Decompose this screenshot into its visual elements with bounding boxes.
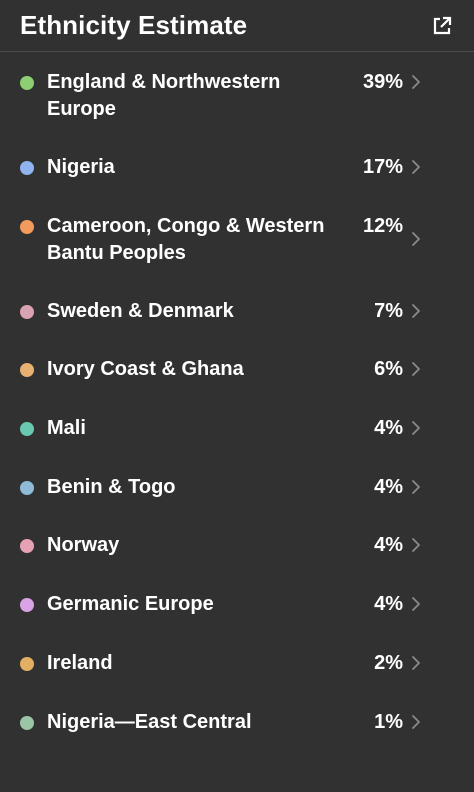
region-row[interactable]: Sweden & Denmark 7%	[0, 285, 474, 344]
region-percent: 4%	[374, 593, 403, 616]
region-row[interactable]: Ivory Coast & Ghana 6%	[0, 343, 474, 402]
region-row[interactable]: Ireland 2%	[0, 637, 474, 696]
region-row[interactable]: Germanic Europe 4%	[0, 578, 474, 637]
region-list: England & Northwestern Europe 39% Nigeria 1…	[0, 52, 474, 754]
region-color-dot	[20, 363, 34, 378]
region-name: Norway	[47, 534, 120, 557]
chevron-right-icon	[412, 362, 420, 377]
region-row[interactable]: England & Northwestern Europe 39%	[0, 56, 474, 141]
region-percent: 2%	[374, 651, 403, 674]
chevron-right-icon	[412, 421, 420, 435]
chevron-right-icon	[412, 597, 420, 612]
region-name: Sweden & Denmark	[47, 299, 234, 322]
region-percent: 12%	[362, 214, 403, 237]
chevron-right-icon	[412, 160, 420, 174]
region-name: Ireland	[47, 651, 113, 674]
region-row[interactable]: Nigeria—East Central 1%	[0, 696, 474, 755]
chevron-right-icon	[412, 714, 420, 729]
region-color-dot	[20, 161, 34, 175]
chevron-right-icon	[412, 538, 420, 553]
panel-title: Ethnicity Estimate	[20, 10, 248, 40]
region-color-dot	[20, 76, 34, 90]
external-link-icon	[433, 16, 452, 34]
region-percent: 17%	[362, 156, 403, 178]
region-name: England & Northwestern Europe	[47, 71, 281, 120]
chevron-right-icon	[412, 303, 420, 318]
region-row[interactable]: Benin & Togo 4%	[0, 461, 474, 520]
region-percent: 4%	[374, 417, 403, 440]
chevron-right-icon	[412, 231, 420, 246]
region-color-dot	[20, 656, 34, 671]
region-percent: 6%	[374, 358, 403, 381]
region-name: Germanic Europe	[47, 593, 214, 616]
chevron-right-icon	[412, 655, 420, 670]
region-name: Cameroon, Congo & Western Bantu Peoples	[47, 214, 325, 264]
external-link-button[interactable]	[430, 14, 454, 38]
region-percent: 4%	[374, 534, 403, 557]
panel-header: Ethnicity Estimate	[0, 0, 474, 52]
region-color-dot	[20, 422, 34, 437]
region-row[interactable]: Mali 4%	[0, 402, 474, 461]
region-color-dot	[20, 715, 34, 730]
region-percent: 4%	[374, 475, 403, 498]
ethnicity-estimate-panel: Ethnicity Estimate England & Northwester…	[0, 0, 474, 792]
chevron-right-icon	[412, 479, 420, 494]
region-color-dot	[20, 219, 34, 234]
region-color-dot	[20, 598, 34, 613]
region-name: Mali	[47, 417, 86, 440]
region-name: Ivory Coast & Ghana	[47, 358, 244, 381]
region-row[interactable]: Nigeria 17%	[0, 141, 474, 200]
region-color-dot	[20, 480, 34, 495]
region-percent: 39%	[362, 71, 403, 93]
region-name: Nigeria	[47, 156, 115, 178]
region-name: Benin & Togo	[47, 475, 176, 498]
region-color-dot	[20, 304, 34, 319]
region-name: Nigeria—East Central	[47, 710, 252, 733]
chevron-right-icon	[412, 75, 420, 89]
region-row[interactable]: Cameroon, Congo & Western Bantu Peoples 1…	[0, 200, 474, 285]
region-percent: 1%	[374, 710, 403, 733]
region-color-dot	[20, 539, 34, 554]
region-percent: 7%	[374, 299, 403, 322]
region-row[interactable]: Norway 4%	[0, 519, 474, 578]
